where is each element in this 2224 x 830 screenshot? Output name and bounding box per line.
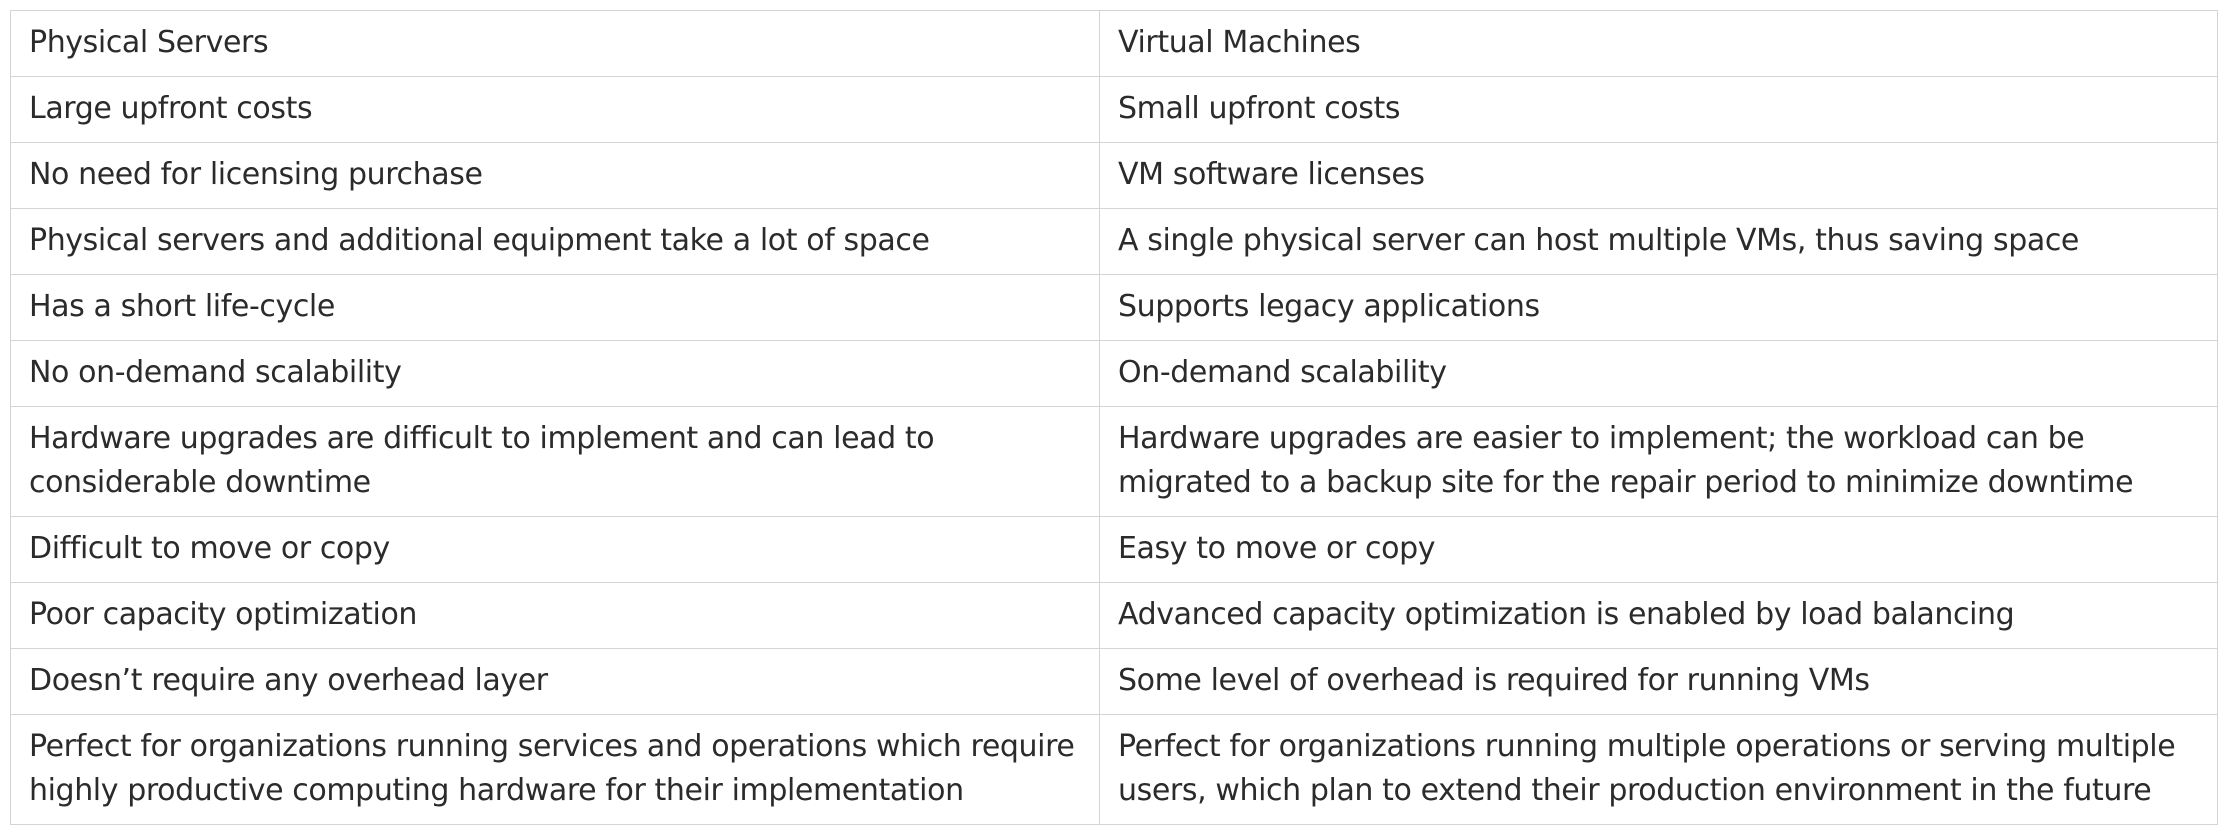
physical-servers-cell: No need for licensing purchase bbox=[10, 142, 1100, 209]
table-row: Difficult to move or copy Easy to move o… bbox=[10, 516, 2218, 583]
table-row: Physical servers and additional equipmen… bbox=[10, 208, 2218, 275]
table-row: No on-demand scalability On-demand scala… bbox=[10, 340, 2218, 407]
virtual-machines-cell: On-demand scalability bbox=[1099, 340, 2218, 407]
table-header-row: Physical Servers Virtual Machines bbox=[10, 10, 2218, 77]
virtual-machines-cell: A single physical server can host multip… bbox=[1099, 208, 2218, 275]
comparison-table-container: Physical Servers Virtual Machines Large … bbox=[10, 10, 2218, 825]
virtual-machines-cell: Small upfront costs bbox=[1099, 76, 2218, 143]
table-row: Doesn’t require any overhead layer Some … bbox=[10, 648, 2218, 715]
physical-servers-cell: Hardware upgrades are difficult to imple… bbox=[10, 406, 1100, 517]
virtual-machines-cell: Perfect for organizations running multip… bbox=[1099, 714, 2218, 825]
physical-servers-cell: Has a short life-cycle bbox=[10, 274, 1100, 341]
table-row: Poor capacity optimization Advanced capa… bbox=[10, 582, 2218, 649]
virtual-machines-cell: Advanced capacity optimization is enable… bbox=[1099, 582, 2218, 649]
physical-servers-cell: No on-demand scalability bbox=[10, 340, 1100, 407]
table-row: Large upfront costs Small upfront costs bbox=[10, 76, 2218, 143]
comparison-table: Physical Servers Virtual Machines Large … bbox=[10, 10, 2218, 825]
physical-servers-cell: Difficult to move or copy bbox=[10, 516, 1100, 583]
physical-servers-cell: Doesn’t require any overhead layer bbox=[10, 648, 1100, 715]
virtual-machines-cell: Supports legacy applications bbox=[1099, 274, 2218, 341]
table-row: Perfect for organizations running servic… bbox=[10, 714, 2218, 825]
virtual-machines-cell: Easy to move or copy bbox=[1099, 516, 2218, 583]
physical-servers-header: Physical Servers bbox=[10, 10, 1100, 77]
table-row: Has a short life-cycle Supports legacy a… bbox=[10, 274, 2218, 341]
physical-servers-cell: Physical servers and additional equipmen… bbox=[10, 208, 1100, 275]
physical-servers-cell: Large upfront costs bbox=[10, 76, 1100, 143]
virtual-machines-cell: VM software licenses bbox=[1099, 142, 2218, 209]
physical-servers-cell: Poor capacity optimization bbox=[10, 582, 1100, 649]
table-row: Hardware upgrades are difficult to imple… bbox=[10, 406, 2218, 517]
virtual-machines-cell: Some level of overhead is required for r… bbox=[1099, 648, 2218, 715]
virtual-machines-cell: Hardware upgrades are easier to implemen… bbox=[1099, 406, 2218, 517]
virtual-machines-header: Virtual Machines bbox=[1099, 10, 2218, 77]
table-row: No need for licensing purchase VM softwa… bbox=[10, 142, 2218, 209]
physical-servers-cell: Perfect for organizations running servic… bbox=[10, 714, 1100, 825]
